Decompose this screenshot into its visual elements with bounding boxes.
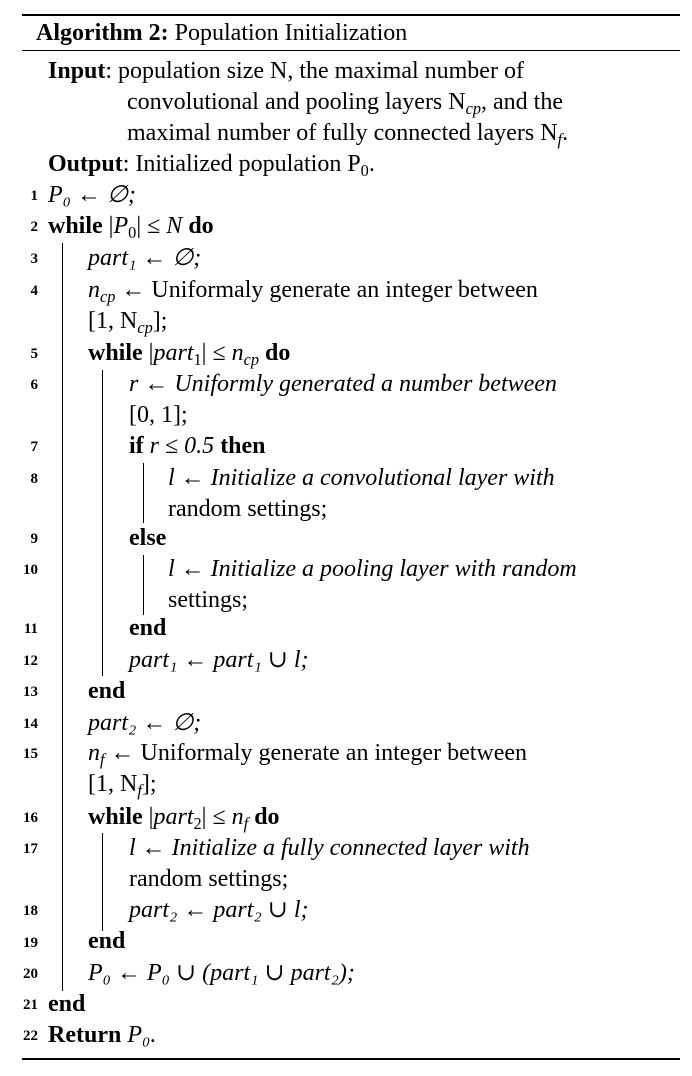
algorithm-box: Algorithm 2: Population Initialization I… [0, 0, 692, 1076]
line-number: 20 [23, 966, 38, 982]
code-line-10-cont: settings; [168, 587, 249, 613]
top-rule [22, 14, 680, 16]
output-sub: 0 [360, 160, 369, 180]
line-number: 3 [30, 251, 39, 267]
line-number: 2 [30, 219, 39, 235]
code-text: ← Uniformaly generate an integer between [115, 277, 538, 303]
input-line-2: convolutional and pooling layers Ncp, an… [127, 87, 563, 118]
input-line-1: Input: population size N, the maximal nu… [48, 56, 524, 87]
code-line-15-cont: [1, Nf]; [88, 769, 157, 800]
kw-if: if [129, 433, 144, 459]
kw-do: do [254, 804, 280, 830]
code-line-20: P₀ ← P₀ ∪ (part₁ ∪ part₂); [88, 960, 355, 986]
line-number: 18 [23, 903, 38, 919]
line-number: 15 [23, 746, 38, 762]
code-line-22: Return P₀. [48, 1020, 156, 1051]
code-line-17: l ← Initialize a fully connected layer w… [129, 835, 530, 861]
kw-do: do [188, 213, 214, 239]
line-number: 14 [23, 716, 38, 732]
code-line-7: if r ≤ 0.5 then [129, 431, 266, 462]
code-line-9: else [129, 525, 167, 551]
code-line-10: l ← Initialize a pooling layer with rand… [168, 556, 577, 582]
line-number: 12 [23, 653, 38, 669]
code-line-18: part₂ ← part₂ ∪ l; [129, 897, 309, 923]
line-number: 16 [23, 810, 38, 826]
code-text: [1, N [88, 771, 138, 797]
line-number: 10 [23, 562, 38, 578]
inner-while-2-block-bar [102, 833, 103, 931]
code-line-6: r ← Uniformly generated a number between [129, 371, 557, 397]
while-block-bar [62, 243, 63, 991]
caption-rule [22, 50, 680, 51]
line-number: 9 [30, 531, 39, 547]
line-number: 19 [23, 935, 38, 951]
code-text: [1, N [88, 308, 138, 334]
kw-return: Return [48, 1022, 122, 1048]
line-number: 11 [23, 621, 38, 637]
output-end: . [368, 151, 375, 177]
input-text-3: maximal number of fully connected layers… [127, 120, 558, 146]
code-line-11: end [129, 615, 167, 641]
code-line-8: l ← Initialize a convolutional layer wit… [168, 465, 555, 491]
line-number: 5 [30, 346, 39, 362]
input-end-3: . [562, 120, 569, 146]
algorithm-caption: Algorithm 2: Population Initialization [36, 18, 407, 48]
line-number: 4 [30, 283, 39, 299]
code-line-17-cont: random settings; [129, 866, 289, 892]
input-text-1: : population size N, the maximal number … [105, 58, 524, 84]
line-number: 6 [30, 377, 39, 393]
code-text: ]; [141, 771, 157, 797]
input-end-2: , and the [481, 89, 563, 115]
line-number: 21 [23, 997, 38, 1013]
bottom-rule [22, 1058, 680, 1060]
input-line-3: maximal number of fully connected layers… [127, 118, 568, 149]
algorithm-title: Population Initialization [174, 20, 408, 46]
code-line-8-cont: random settings; [168, 496, 328, 522]
input-sub-2: cp [465, 98, 482, 118]
line-number: 13 [23, 684, 38, 700]
code-line-16: while |part2| ≤ nf do [88, 804, 280, 833]
if-block-bar [143, 463, 144, 523]
code-line-6-cont: [0, 1]; [129, 402, 188, 428]
var-n-sub: cp [100, 286, 116, 306]
code-line-1: P₀ ← ∅; [48, 182, 136, 208]
code-line-15: nf ← Uniformaly generate an integer betw… [88, 738, 527, 769]
code-line-19: end [88, 928, 126, 954]
kw-then: then [220, 433, 266, 459]
algorithm-label: Algorithm 2: [36, 20, 169, 46]
code-line-4-cont: [1, Ncp]; [88, 306, 167, 337]
line-number: 1 [30, 188, 39, 204]
kw-while: while [88, 340, 143, 366]
input-text-2: convolutional and pooling layers N [127, 89, 466, 115]
output-label: Output [48, 151, 123, 177]
return-value: P₀. [121, 1022, 157, 1048]
code-line-13: end [88, 678, 126, 704]
code-text: ]; [152, 308, 168, 334]
code-line-4: ncp ← Uniformaly generate an integer bet… [88, 275, 538, 306]
code-line-5: while |part1| ≤ ncp do [88, 340, 291, 369]
var-n: n [88, 740, 100, 766]
line-number: 8 [30, 471, 39, 487]
line-number: 17 [23, 841, 38, 857]
var-n: n [88, 277, 100, 303]
kw-while: while [88, 804, 143, 830]
kw-do: do [265, 340, 291, 366]
line-number: 7 [30, 439, 39, 455]
line-number: 22 [23, 1028, 38, 1044]
if-condition: r ≤ 0.5 [143, 433, 221, 459]
input-label: Input [48, 58, 106, 84]
code-line-14: part₂ ← ∅; [88, 710, 202, 736]
kw-while: while [48, 213, 103, 239]
inner-while-block-bar [102, 370, 103, 676]
code-text: ← Uniformaly generate an integer between [104, 740, 528, 766]
code-line-2: while |P0| ≤ N do [48, 213, 214, 242]
code-line-3: part₁ ← ∅; [88, 245, 202, 271]
var-sub: cp [137, 317, 153, 337]
code-line-21: end [48, 991, 86, 1017]
output-text: : Initialized population P [122, 151, 361, 177]
else-block-bar [143, 555, 144, 615]
output-line: Output: Initialized population P0. [48, 149, 375, 180]
code-line-12: part₁ ← part₁ ∪ l; [129, 647, 309, 673]
